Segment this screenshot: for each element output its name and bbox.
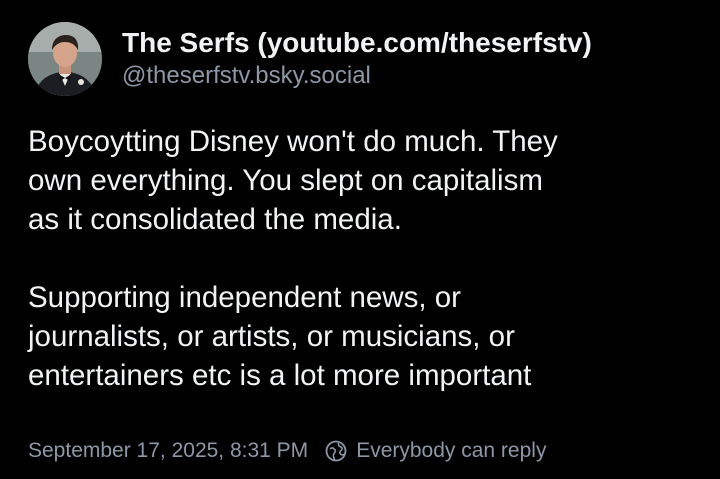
post-line: journalists, or artists, or musicians, o…	[28, 320, 515, 353]
post-card: The Serfs (youtube.com/theserfstv) @thes…	[0, 0, 720, 479]
post-line: own everything. You slept on capitalism	[28, 164, 543, 197]
post-line: Boycoytting Disney won't do much. They	[28, 125, 558, 158]
post-line: entertainers etc is a lot more important	[28, 359, 532, 392]
post-meta: September 17, 2025, 8:31 PM Everybody ca…	[28, 437, 546, 465]
post-line: Supporting independent news, or	[28, 281, 461, 314]
post-timestamp[interactable]: September 17, 2025, 8:31 PM	[28, 439, 308, 463]
author-handle[interactable]: @theserfstv.bsky.social	[122, 61, 702, 91]
avatar[interactable]	[28, 22, 102, 96]
author-block: The Serfs (youtube.com/theserfstv) @thes…	[122, 26, 702, 91]
reply-setting[interactable]: Everybody can reply	[356, 439, 546, 463]
post-text: Boycoytting Disney won't do much. They o…	[28, 122, 700, 395]
author-display-name[interactable]: The Serfs (youtube.com/theserfstv)	[122, 26, 702, 60]
globe-reply-icon	[324, 439, 348, 463]
post-line: as it consolidated the media.	[28, 203, 402, 236]
avatar-photo	[28, 22, 102, 96]
